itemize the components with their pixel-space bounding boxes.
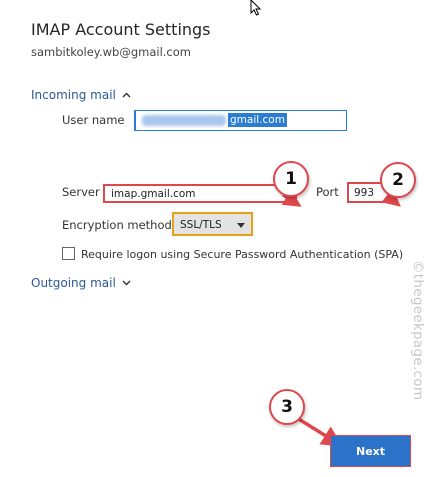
encryption-method-label: Encryption method	[62, 218, 172, 232]
step-1-badge: 1	[273, 161, 309, 197]
arrow-step-3	[296, 416, 343, 447]
port-label: Port	[316, 185, 339, 199]
next-button[interactable]: Next	[330, 435, 411, 467]
spa-checkbox[interactable]	[62, 247, 75, 260]
incoming-mail-label: Incoming mail	[31, 88, 116, 102]
outgoing-mail-label: Outgoing mail	[31, 276, 116, 290]
step-2-badge: 2	[380, 162, 416, 198]
chevron-up-icon	[122, 92, 131, 98]
page-title: IMAP Account Settings	[31, 20, 211, 39]
encryption-method-select[interactable]: SSL/TLS	[172, 212, 253, 236]
encryption-method-value: SSL/TLS	[180, 219, 222, 231]
username-label: User name	[62, 113, 125, 127]
account-email: sambitkoley.wb@gmail.com	[31, 45, 191, 59]
annotation-arrows	[281, 188, 401, 447]
incoming-mail-toggle[interactable]: Incoming mail	[31, 88, 131, 102]
username-domain-selection: gmail.com	[228, 113, 287, 127]
username-field[interactable]: gmail.com	[134, 110, 347, 131]
dropdown-caret-icon	[237, 223, 245, 228]
watermark: ©thegeekpage.com	[410, 260, 426, 401]
chevron-down-icon	[122, 280, 131, 286]
server-field[interactable]: imap.gmail.com	[103, 184, 297, 203]
spa-label: Require logon using Secure Password Auth…	[81, 248, 404, 261]
mouse-cursor-icon	[250, 0, 262, 16]
step-3-badge: 3	[269, 389, 305, 425]
server-label: Server	[62, 185, 100, 199]
outgoing-mail-toggle[interactable]: Outgoing mail	[31, 276, 131, 290]
username-redacted	[142, 115, 226, 126]
